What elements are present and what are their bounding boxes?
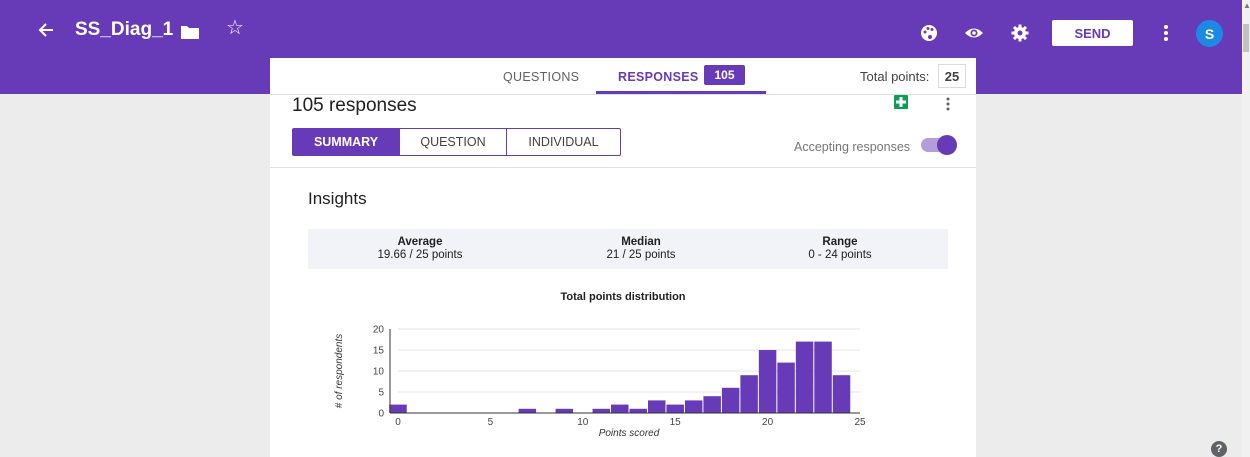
histogram-bar (832, 375, 851, 413)
responses-more-icon[interactable] (946, 97, 950, 111)
question-view-button[interactable]: QUESTION (399, 129, 506, 155)
histogram-bar (684, 400, 703, 413)
histogram-bar (389, 404, 407, 413)
x-tick-label: 10 (577, 417, 589, 428)
x-tick-label: 20 (762, 417, 774, 428)
histogram-bar (629, 408, 647, 413)
total-points-label: Total points: (860, 69, 930, 84)
sheets-icon[interactable] (894, 95, 908, 109)
help-icon[interactable]: ? (1211, 441, 1227, 457)
header-row: SS_Diag_1 ☆ SEND S (0, 0, 1250, 66)
y-axis-label: # of respondents (334, 334, 345, 409)
summary-view-button[interactable]: SUMMARY (293, 129, 399, 155)
x-axis-label: Points scored (599, 428, 660, 439)
points-distribution-chart: 0 5 10 15 20 0 5 10 15 20 25 Points scored # of resp… (334, 325, 866, 440)
histogram-bar (666, 404, 684, 413)
stat-median-label: Median (621, 236, 661, 248)
stat-median-value: 21 / 25 points (606, 249, 676, 261)
page-scrollbar[interactable] (1242, 0, 1250, 457)
responses-title: 105 responses (292, 95, 417, 116)
tab-questions[interactable]: QUESTIONS (503, 70, 579, 84)
y-tick-label: 15 (373, 346, 385, 357)
preview-eye-icon[interactable] (964, 23, 984, 43)
stat-median: Median 21 / 25 points (541, 236, 741, 262)
account-avatar[interactable]: S (1196, 20, 1223, 47)
histogram-bar (611, 404, 629, 413)
total-points-value[interactable]: 25 (938, 64, 966, 88)
histogram-bar (647, 400, 666, 413)
more-options-icon[interactable] (1163, 23, 1169, 43)
histogram-bar (518, 408, 537, 413)
individual-view-button[interactable]: INDIVIDUAL (506, 129, 620, 155)
histogram-bar (814, 341, 832, 413)
send-button[interactable]: SEND (1052, 20, 1133, 46)
responses-count-badge: 105 (704, 65, 745, 85)
histogram-bar (555, 408, 574, 413)
stat-range-value: 0 - 24 points (808, 249, 872, 261)
y-tick-label: 20 (373, 325, 385, 336)
section-divider (270, 167, 976, 168)
histogram-bar (592, 408, 611, 413)
histogram-bar (740, 375, 758, 413)
accepting-responses-toggle[interactable] (921, 135, 957, 155)
stat-range: Range 0 - 24 points (740, 236, 940, 262)
stat-average: Average 19.66 / 25 points (320, 236, 520, 262)
x-tick-label: 5 (488, 417, 494, 428)
view-switcher: SUMMARY QUESTION INDIVIDUAL (292, 128, 621, 156)
y-tick-label: 0 (378, 409, 384, 420)
scroll-up-arrow-icon[interactable]: ▲ (1243, 2, 1250, 10)
accepting-responses-label: Accepting responses (794, 140, 911, 154)
histogram-bar (703, 396, 721, 413)
scrollbar-thumb[interactable] (1243, 24, 1249, 52)
histogram-bar (777, 362, 795, 413)
back-arrow-icon[interactable] (36, 20, 56, 40)
palette-icon[interactable] (919, 23, 939, 43)
histogram-bar (721, 387, 740, 413)
x-tick-label: 25 (854, 417, 866, 428)
active-tab-indicator (596, 91, 766, 94)
settings-gear-icon[interactable] (1010, 23, 1030, 43)
form-tabs-bar: QUESTIONS RESPONSES 105 Total points: 25 (270, 58, 976, 95)
x-tick-label: 15 (670, 417, 682, 428)
stat-average-label: Average (397, 236, 443, 248)
y-tick-label: 5 (378, 388, 384, 399)
x-tick-label: 0 (395, 417, 401, 428)
star-icon[interactable]: ☆ (226, 18, 244, 38)
histogram-bar (795, 341, 814, 413)
stat-average-value: 19.66 / 25 points (377, 249, 463, 261)
y-tick-label: 10 (373, 367, 385, 378)
insights-heading: Insights (308, 189, 367, 208)
chart-title: Total points distribution (560, 291, 686, 303)
tab-responses[interactable]: RESPONSES (618, 70, 699, 84)
histogram-bar (758, 350, 777, 413)
form-title[interactable]: SS_Diag_1 (75, 19, 173, 41)
folder-icon[interactable] (181, 25, 199, 39)
insights-stats-panel: Average 19.66 / 25 points Median 21 / 25… (308, 229, 948, 269)
toggle-knob (937, 135, 957, 155)
stat-range-label: Range (822, 236, 858, 248)
responses-card: 105 responses SUMMARY QUESTION INDIVIDUA… (270, 95, 976, 457)
